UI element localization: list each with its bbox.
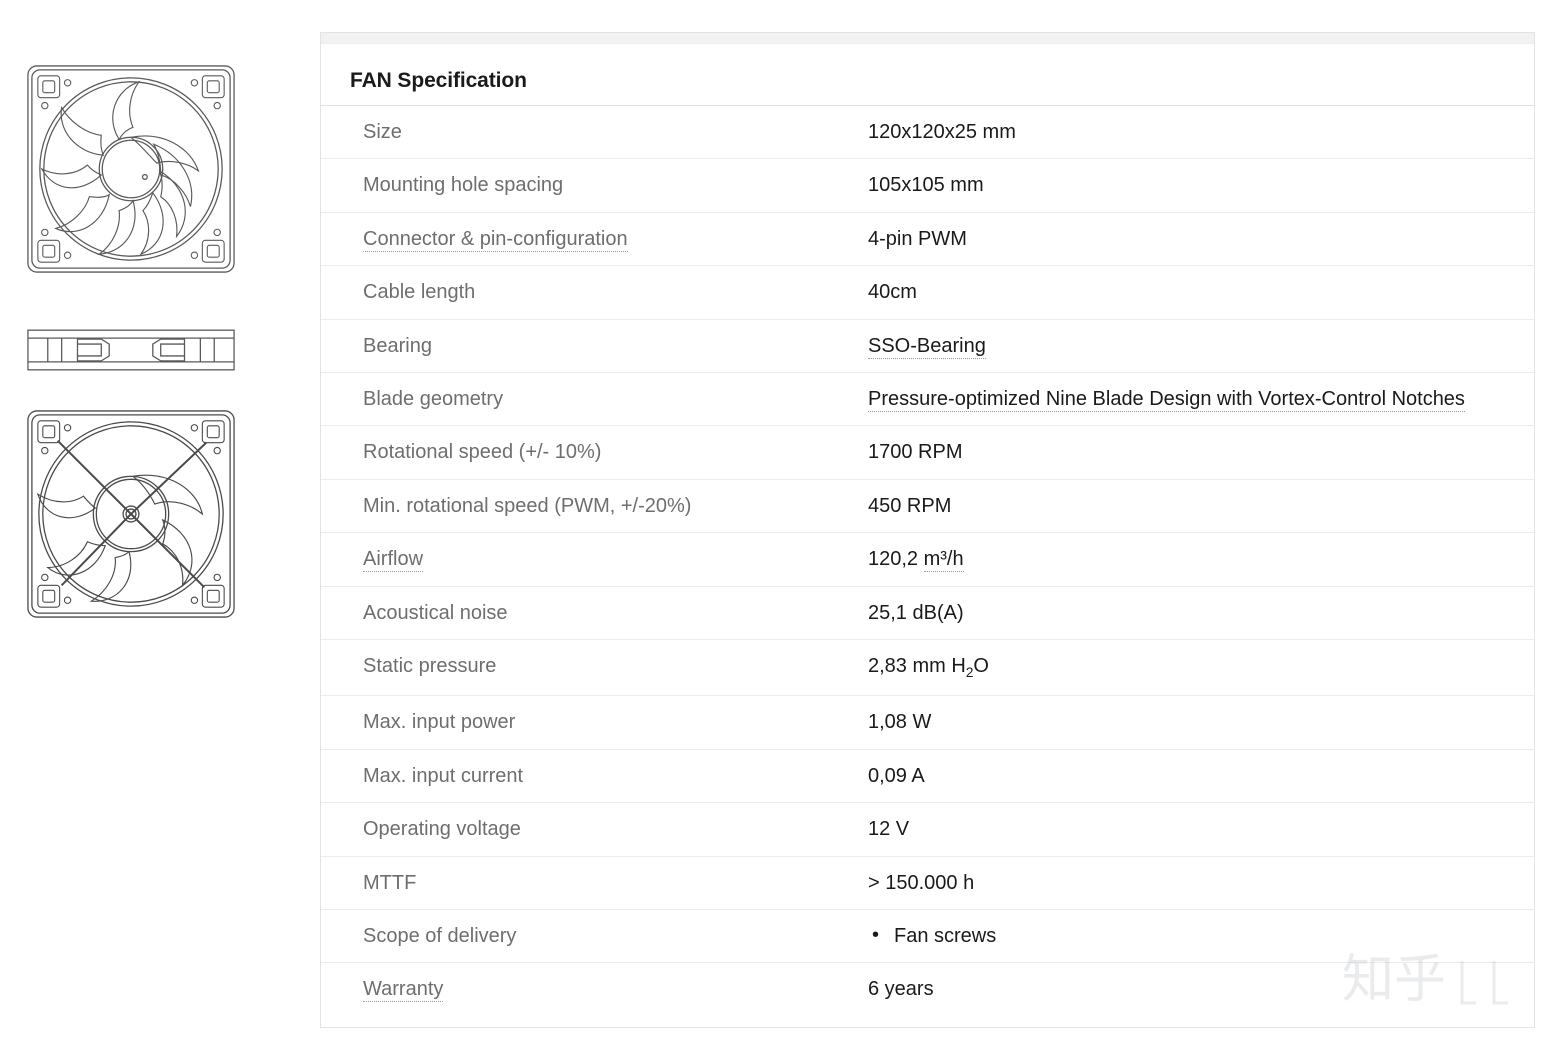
spec-value-text: 120x120x25 mm [868,121,1016,143]
spec-value: 25,1 dB(A) [868,585,1534,640]
spec-value-text: 1,08 W [868,711,932,734]
table-row: Min. rotational speed (PWM, +/-20%) 450 … [321,478,1534,533]
spec-value: 1,08 W [868,695,1534,750]
spec-value-text: 0,09 A [868,764,925,787]
table-row: Blade geometry Pressure-optimized Nine B… [321,371,1534,426]
table-row: Bearing SSO-Bearing [321,318,1534,373]
spec-label: Max. input current [321,748,868,803]
product-spec-page: FAN Specification Size 120x120x25 mm Mou… [0,0,1560,1043]
table-row: Mounting hole spacing 105x105 mm [321,158,1534,213]
spec-label: Warranty [321,962,868,1016]
table-row: MTTF > 150.000 h [321,855,1534,910]
spec-label: Size [321,106,868,159]
spec-value: Pressure-optimized Nine Blade Design wit… [868,371,1534,426]
spec-value-text: 25,1 dB(A) [868,601,964,624]
fan-specification-card: FAN Specification Size 120x120x25 mm Mou… [320,32,1535,1028]
spec-value-text: > 150.000 h [868,871,975,894]
spec-label: Acoustical noise [321,585,868,640]
spec-label: Static pressure [321,638,868,696]
spec-value: > 150.000 h [868,855,1534,910]
spec-label-text: Rotational speed (+/- 10%) [363,441,602,464]
spec-value: 0,09 A [868,748,1534,803]
spec-value-text: 1700 RPM [868,441,963,464]
table-row: Static pressure 2,83 mm H2O [321,638,1534,696]
spec-label: Cable length [321,265,868,320]
fan-front-view-image[interactable] [22,60,240,278]
spec-value-text: 6 years [868,978,934,1001]
spec-label-text: Bearing [363,334,432,357]
spec-label: Mounting hole spacing [321,158,868,213]
spec-label-text: Scope of delivery [363,925,517,948]
spec-label-text: Size [363,121,402,143]
table-row: Max. input power 1,08 W [321,695,1534,750]
spec-value: 105x105 mm [868,158,1534,213]
spec-value-text: 12 V [868,818,910,841]
spec-label: Blade geometry [321,371,868,426]
spec-label: Connector & pin-configuration [321,211,868,266]
spec-label-text: Blade geometry [363,387,504,410]
fan-side-view-image[interactable] [22,322,240,378]
table-row: Acoustical noise 25,1 dB(A) [321,585,1534,640]
spec-label-text: Min. rotational speed (PWM, +/-20%) [363,494,692,517]
specification-table: Size 120x120x25 mm Mounting hole spacing… [321,106,1534,1016]
spec-value-tooltip-link[interactable]: Pressure-optimized Nine Blade Design wit… [868,387,1465,412]
spec-value: 1700 RPM [868,425,1534,480]
table-row: Cable length 40cm [321,265,1534,320]
spec-label-tooltip-link[interactable]: Warranty [363,978,444,1003]
spec-value-text: 40cm [868,281,917,304]
list-item-text: Fan screws [894,925,997,948]
specification-table-body: Size 120x120x25 mm Mounting hole spacing… [321,106,1534,1016]
spec-label-text: Max. input power [363,711,516,734]
fan-rear-view-image[interactable] [22,405,240,623]
spec-value: SSO-Bearing [868,318,1534,373]
spec-label-text: Mounting hole spacing [363,174,564,197]
spec-value: 6 years [868,962,1534,1016]
spec-label: Rotational speed (+/- 10%) [321,425,868,480]
spec-label-text: Operating voltage [363,818,521,841]
spec-value: 120x120x25 mm [868,106,1534,159]
spec-value-text: 4-pin PWM [868,227,967,250]
table-row: Size 120x120x25 mm [321,106,1534,159]
table-row: Warranty 6 years [321,962,1534,1016]
spec-value: 2,83 mm H2O [868,638,1534,696]
spec-label-tooltip-link[interactable]: Airflow [363,548,424,573]
spec-label: Airflow [321,532,868,587]
table-row: Rotational speed (+/- 10%) 1700 RPM [321,425,1534,480]
spec-value-text-suffix: O [973,654,989,677]
spec-label: MTTF [321,855,868,910]
spec-label-text: Max. input current [363,764,524,787]
spec-label-tooltip-link[interactable]: Connector & pin-configuration [363,227,628,252]
spec-value: 450 RPM [868,478,1534,533]
scope-of-delivery-list: Fan screws [868,923,1499,948]
spec-value-tooltip-link[interactable]: SSO-Bearing [868,334,986,359]
spec-value-unit-tooltip-link[interactable]: m³/h [923,548,964,573]
product-image-gallery [0,0,300,1043]
spec-label: Max. input power [321,695,868,750]
table-row: Max. input current 0,09 A [321,748,1534,803]
spec-value: 12 V [868,802,1534,857]
spec-label: Scope of delivery [321,909,868,963]
spec-label-text: MTTF [363,871,417,894]
page-title: FAN Specification [350,69,527,92]
spec-label-text: Static pressure [363,654,497,677]
list-item: Fan screws [868,923,1499,948]
spec-value: 40cm [868,265,1534,320]
spec-label: Min. rotational speed (PWM, +/-20%) [321,478,868,533]
table-row: Operating voltage 12 V [321,802,1534,857]
spec-value-text: 450 RPM [868,494,952,517]
card-top-strip [321,33,1534,44]
spec-value-text: 105x105 mm [868,174,984,197]
spec-value-number: 120,2 [868,548,924,571]
spec-label-text: Cable length [363,281,476,304]
spec-value-text: 2,83 mm H [868,654,966,677]
spec-value: Fan screws [868,909,1534,963]
table-row: Scope of delivery Fan screws [321,909,1534,963]
spec-label-text: Acoustical noise [363,601,508,624]
table-row: Airflow 120,2 m³/h [321,532,1534,587]
table-row: Connector & pin-configuration 4-pin PWM [321,211,1534,266]
spec-value: 4-pin PWM [868,211,1534,266]
spec-label: Bearing [321,318,868,373]
spec-value: 120,2 m³/h [868,532,1534,587]
spec-label: Operating voltage [321,802,868,857]
